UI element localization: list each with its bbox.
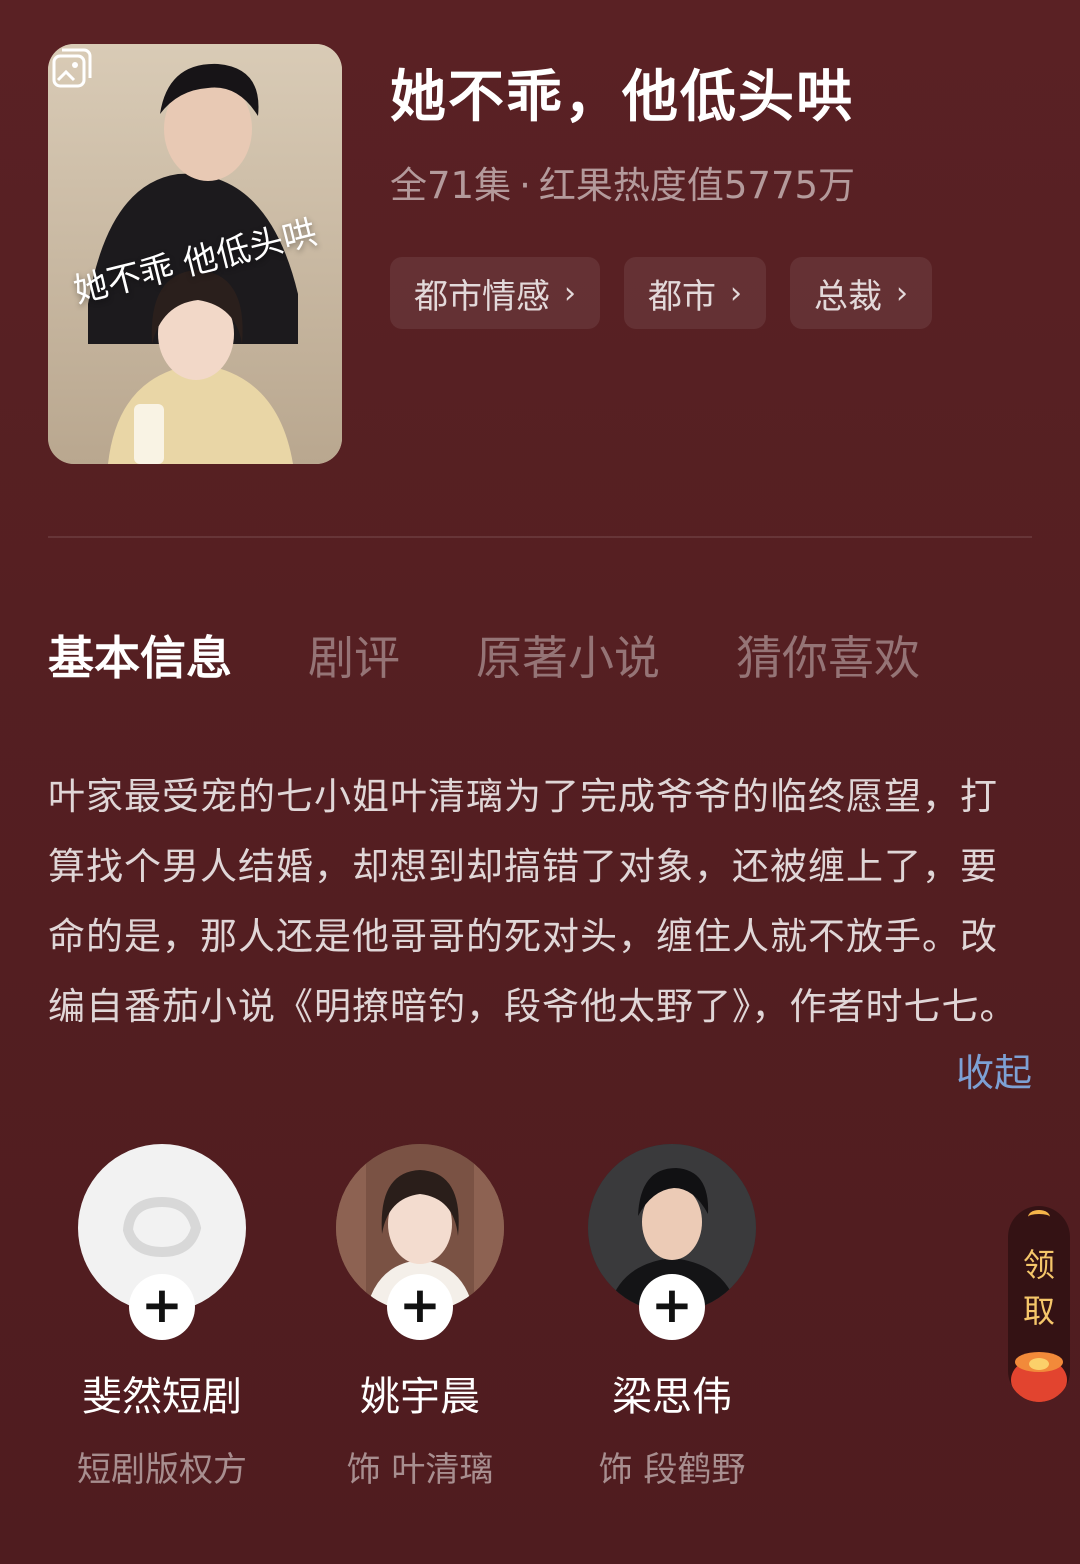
cast-role: 饰 叶清璃: [346, 1450, 494, 1490]
tag-label: 都市: [648, 276, 716, 317]
reward-label-line2: 取: [1022, 1292, 1055, 1330]
heat-value: 红果热度值5775万: [538, 164, 856, 207]
chevron-right-icon: ›: [730, 275, 742, 311]
reward-label-line1: 领: [1022, 1246, 1055, 1284]
reward-label: 领 取: [1008, 1242, 1070, 1334]
red-envelope-icon: [1011, 1352, 1067, 1402]
cast-item-studio[interactable]: + 斐然短剧 短剧版权方: [42, 1144, 282, 1491]
follow-plus-icon[interactable]: +: [129, 1274, 195, 1340]
follow-plus-icon[interactable]: +: [639, 1274, 705, 1340]
cast-item-actor[interactable]: + 梁思伟 饰 段鹤野: [552, 1144, 792, 1491]
detail-tabs: 基本信息 剧评 原著小说 猜你喜欢: [48, 622, 920, 688]
synopsis-text: 叶家最受宠的七小姐叶清璃为了完成爷爷的临终愿望，打算找个男人结婚，却想到却搞错了…: [48, 775, 1018, 1028]
tag-urban-romance[interactable]: 都市情感 ›: [390, 257, 600, 329]
tab-basic-info[interactable]: 基本信息: [48, 622, 232, 688]
chevron-right-icon: ›: [896, 275, 908, 311]
tag-urban[interactable]: 都市 ›: [624, 257, 766, 329]
drama-meta: 全71集 · 红果热度值5775万: [390, 155, 855, 209]
episode-count: 全71集: [390, 164, 512, 207]
meta-separator: ·: [519, 164, 531, 207]
tab-reviews[interactable]: 剧评: [308, 622, 400, 688]
reward-arc-icon: [1028, 1210, 1050, 1224]
follow-plus-icon[interactable]: +: [387, 1274, 453, 1340]
cast-name: 斐然短剧: [82, 1374, 242, 1420]
reward-claim-widget[interactable]: 领 取: [1008, 1206, 1070, 1402]
drama-title: 她不乖，他低头哄: [390, 65, 854, 130]
tab-original-novel[interactable]: 原著小说: [476, 622, 660, 688]
cast-role: 饰 段鹤野: [598, 1450, 746, 1490]
tag-label: 都市情感: [414, 276, 550, 317]
cast-item-actress[interactable]: + 姚宇晨 饰 叶清璃: [300, 1144, 540, 1491]
tag-label: 总裁: [814, 276, 882, 317]
tab-recommendations[interactable]: 猜你喜欢: [736, 622, 920, 688]
collapse-button[interactable]: 收起: [956, 1042, 1032, 1097]
genre-tags: 都市情感 › 都市 › 总裁 ›: [390, 257, 932, 329]
gallery-icon[interactable]: [48, 44, 96, 92]
cast-role: 短剧版权方: [77, 1450, 247, 1490]
chevron-right-icon: ›: [564, 275, 576, 311]
cast-name: 姚宇晨: [360, 1374, 480, 1420]
section-divider: [48, 536, 1032, 538]
drama-poster[interactable]: 她不乖 他低头哄: [48, 44, 342, 464]
cast-name: 梁思伟: [612, 1374, 732, 1420]
tag-ceo[interactable]: 总裁 ›: [790, 257, 932, 329]
